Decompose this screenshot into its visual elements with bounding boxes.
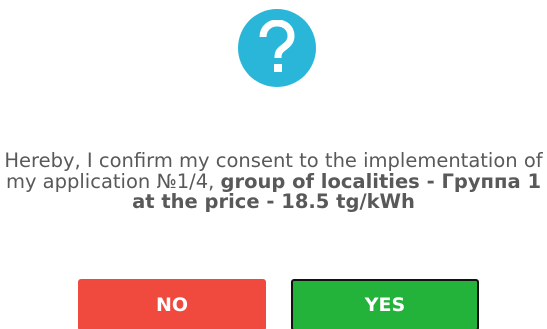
no-button[interactable]: NO xyxy=(78,279,266,329)
no-button-label: NO xyxy=(155,294,189,316)
confirmation-message: Hereby, I confirm my consent to the impl… xyxy=(0,150,547,213)
yes-button-label: YES xyxy=(364,294,406,316)
question-mark-icon xyxy=(238,9,316,87)
yes-button[interactable]: YES xyxy=(291,279,479,329)
confirmation-dialog: Hereby, I confirm my consent to the impl… xyxy=(0,0,547,329)
